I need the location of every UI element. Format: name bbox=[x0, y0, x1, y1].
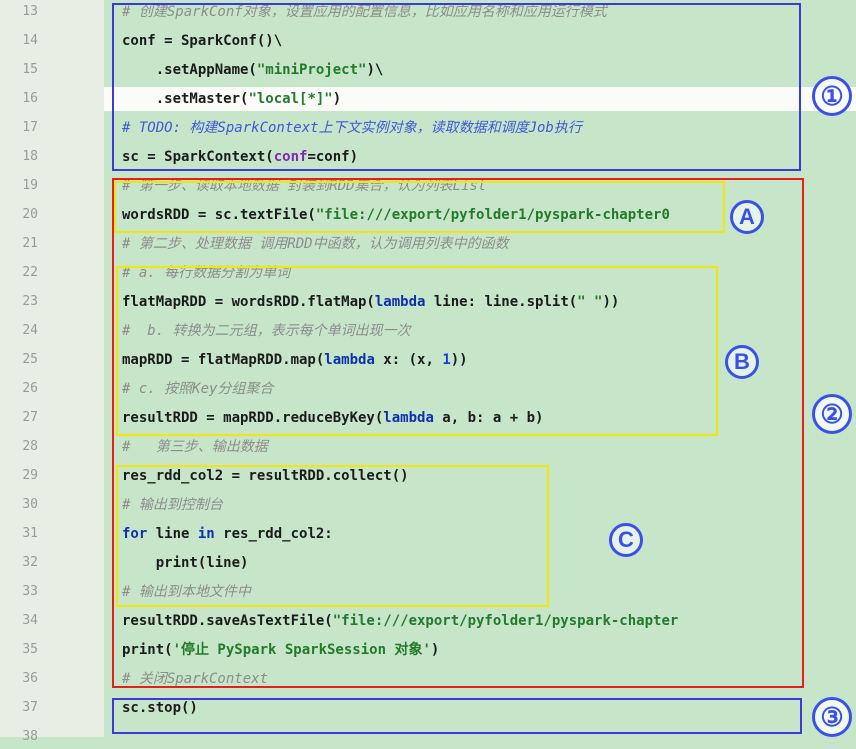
line-number: 30 bbox=[22, 497, 38, 512]
line-number: 36 bbox=[22, 671, 38, 686]
annotation-box-3 bbox=[112, 698, 802, 734]
line-number: 32 bbox=[22, 555, 38, 570]
line-number: 24 bbox=[22, 323, 38, 338]
line-number: 15 bbox=[22, 62, 38, 77]
line-number: 23 bbox=[22, 294, 38, 309]
line-number: 27 bbox=[22, 410, 38, 425]
badge-1: ① bbox=[812, 76, 852, 116]
line-number: 18 bbox=[22, 149, 38, 164]
line-number: 17 bbox=[22, 120, 38, 135]
line-number: 38 bbox=[22, 729, 38, 744]
badge-3: ③ bbox=[812, 697, 852, 737]
annotation-box-c bbox=[116, 465, 549, 607]
line-number: 26 bbox=[22, 381, 38, 396]
line-number: 35 bbox=[22, 642, 38, 657]
badge-2: ② bbox=[812, 394, 852, 434]
line-number: 37 bbox=[22, 700, 38, 715]
line-number: 29 bbox=[22, 468, 38, 483]
line-number: 34 bbox=[22, 613, 38, 628]
line-number: 22 bbox=[22, 265, 38, 280]
line-number: 19 bbox=[22, 178, 38, 193]
line-number: 31 bbox=[22, 526, 38, 541]
line-number: 21 bbox=[22, 236, 38, 251]
line-number: 28 bbox=[22, 439, 38, 454]
line-number: 20 bbox=[22, 207, 38, 222]
annotation-box-1 bbox=[112, 3, 801, 171]
line-number: 33 bbox=[22, 584, 38, 599]
annotation-box-b bbox=[116, 266, 718, 436]
badge-a: A bbox=[730, 200, 764, 234]
line-number: 16 bbox=[22, 91, 38, 106]
annotation-box-a bbox=[114, 181, 725, 233]
badge-c: C bbox=[609, 523, 643, 557]
badge-b: B bbox=[725, 345, 759, 379]
line-number: 13 bbox=[22, 4, 38, 19]
line-number: 25 bbox=[22, 352, 38, 367]
line-number: 14 bbox=[22, 33, 38, 48]
